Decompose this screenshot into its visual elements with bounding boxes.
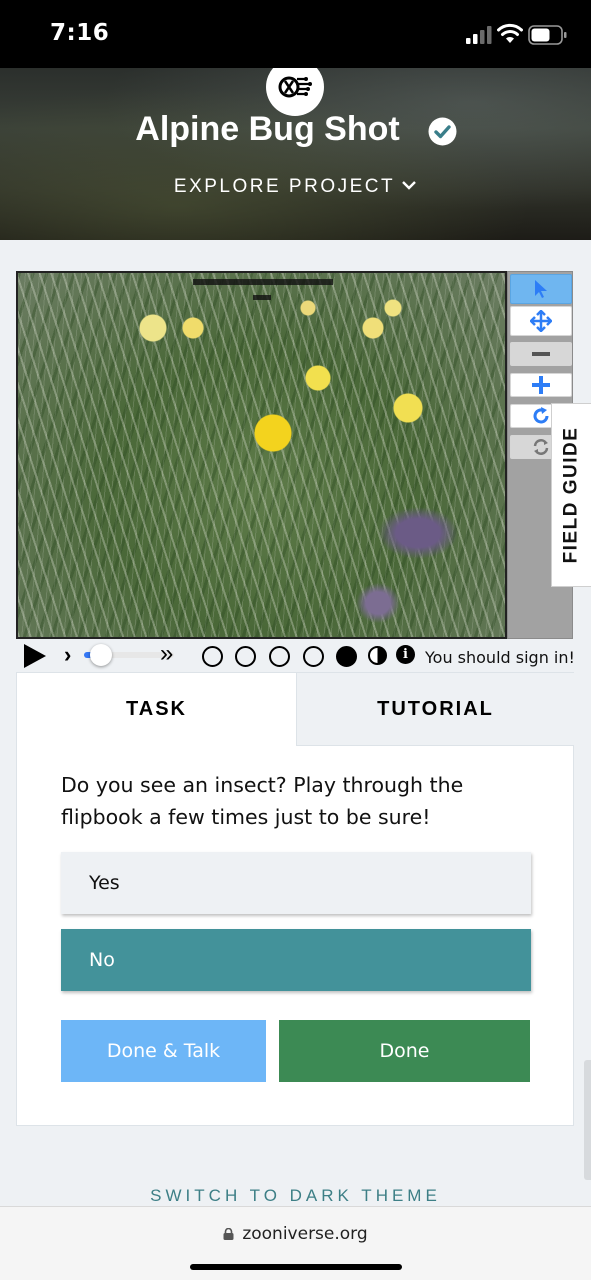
minus-icon [532,352,550,356]
browser-url-bar[interactable]: zooniverse.org [0,1206,591,1280]
flipbook-controls: › » i You should sign in! [16,640,576,672]
image-caption-bar [193,279,333,285]
project-header: Alpine Bug Shot EXPLORE PROJECT [0,68,591,240]
rotate-icon [533,407,549,424]
cellular-signal-icon [466,26,492,44]
explore-project-label: EXPLORE PROJECT [173,176,396,197]
cursor-arrow-icon [535,280,547,298]
answer-no-label: No [89,949,115,971]
field-guide-label: FIELD GUIDE [560,426,582,564]
plus-icon [532,376,550,394]
zoom-in-button[interactable] [510,373,572,397]
move-arrows-icon [530,310,552,332]
slider-knob[interactable] [90,644,112,666]
wifi-icon [497,23,523,43]
bug-logo-icon [278,76,312,98]
url-display[interactable]: zooniverse.org [0,1224,591,1244]
tab-tutorial-label: TUTORIAL [377,697,494,720]
answer-no-button[interactable]: No [61,929,531,991]
tab-task-label: TASK [126,698,187,720]
url-text: zooniverse.org [242,1224,368,1244]
image-caption-mark [253,295,271,300]
field-guide-tab[interactable]: FIELD GUIDE [551,403,591,587]
explore-project-menu[interactable]: EXPLORE PROJECT [0,176,591,198]
answer-yes-button[interactable]: Yes [61,852,531,914]
done-button[interactable]: Done [279,1020,530,1082]
lock-icon [223,1228,234,1240]
frame-dot-5[interactable] [336,646,357,667]
zoom-out-button[interactable] [510,342,572,366]
verified-check-icon [428,117,457,146]
fast-forward-icon[interactable]: » [160,640,173,668]
reset-icon [533,439,549,455]
chevron-down-icon [402,181,416,190]
page-edge-handle [584,1060,591,1180]
contrast-icon[interactable] [368,646,387,665]
done-and-talk-button[interactable]: Done & Talk [61,1020,266,1082]
switch-dark-theme-link[interactable]: SWITCH TO DARK THEME [0,1186,591,1206]
sign-in-notice: You should sign in! [425,648,575,667]
clock: 7:16 [50,20,110,46]
battery-icon [528,25,567,45]
status-bar: 7:16 [0,0,591,68]
zooniverse-bug-logo[interactable] [266,68,324,116]
done-and-talk-label: Done & Talk [106,1040,221,1062]
frame-dot-1[interactable] [202,646,223,667]
info-icon[interactable]: i [396,645,415,664]
task-panel: TASK TUTORIAL Do you see an insect? Play… [16,672,574,1126]
play-icon[interactable] [24,644,46,668]
pointer-tool-button[interactable] [510,274,572,304]
done-label: Done [379,1040,430,1062]
frame-dot-4[interactable] [303,646,324,667]
frame-dot-3[interactable] [269,646,290,667]
pan-tool-button[interactable] [510,306,572,336]
answer-yes-label: Yes [89,872,120,894]
task-question: Do you see an insect? Play through the f… [61,773,464,829]
tab-tutorial[interactable]: TUTORIAL [296,673,574,746]
tab-task[interactable]: TASK [17,673,296,746]
frame-dot-2[interactable] [235,646,256,667]
project-title: Alpine Bug Shot [135,110,400,148]
subject-image[interactable] [16,271,507,639]
home-indicator [190,1264,402,1270]
next-frame-icon[interactable]: › [64,642,71,668]
